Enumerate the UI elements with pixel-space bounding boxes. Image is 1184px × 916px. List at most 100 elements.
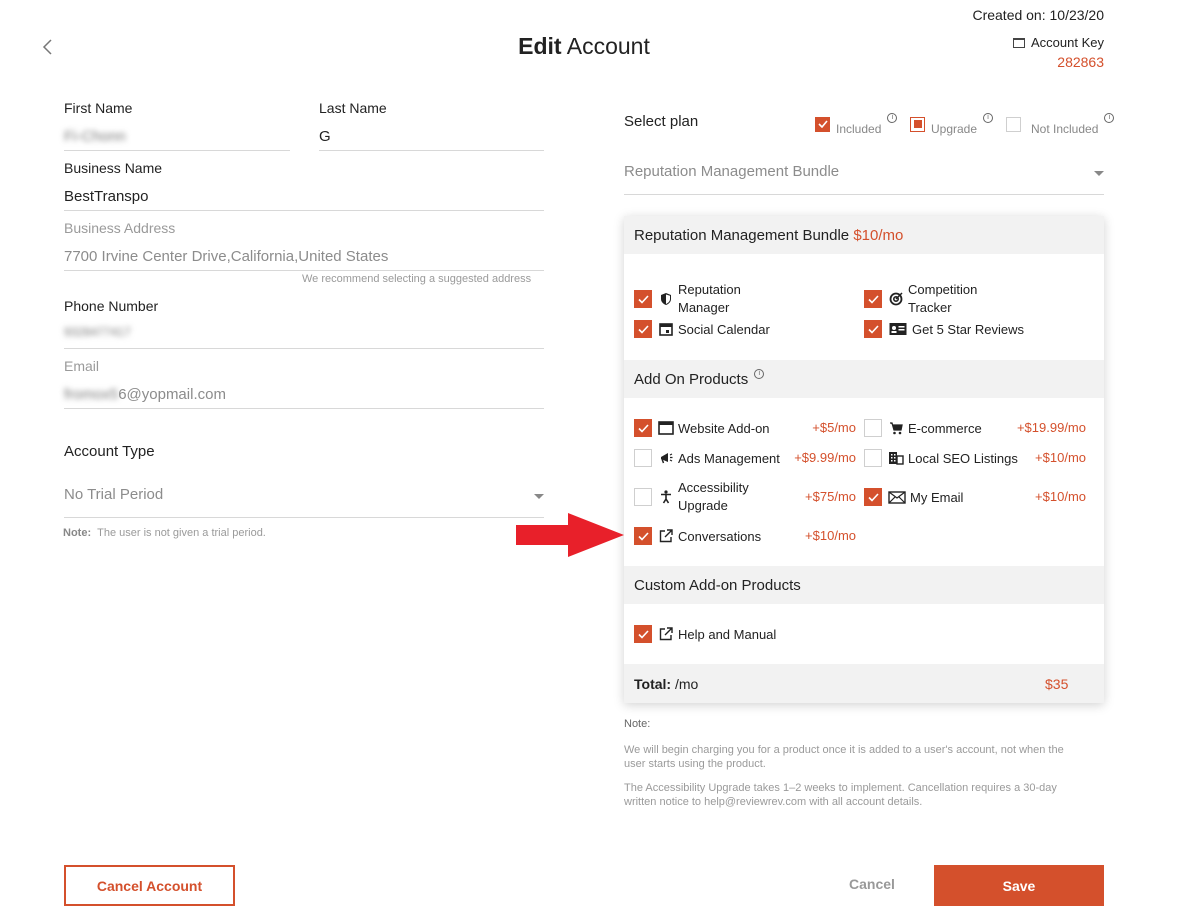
last-name-underline [319,150,544,151]
checkbox[interactable] [864,419,882,437]
note-accessibility-line2: written notice to help@reviewrev.com wit… [624,796,923,808]
checkbox[interactable] [864,290,882,308]
business-address-input[interactable]: 7700 Irvine Center Drive,California,Unit… [64,248,388,265]
total-value: $35 [1045,675,1069,692]
addon-website: Website Add-on [634,419,770,437]
email-input[interactable]: fromox56@yopmail.com [64,386,226,403]
addon-conversations-price: +$10/mo [805,528,856,543]
business-address-label: Business Address [64,220,176,236]
phone-underline [64,348,544,349]
note-accessibility-line1: The Accessibility Upgrade takes 1–2 week… [624,782,1057,794]
save-button[interactable]: Save [934,865,1104,906]
phone-input[interactable]: 9328477417 [64,325,131,339]
info-icon[interactable]: i [1104,113,1115,123]
first-name-underline [64,150,290,151]
bundle-item-reputation-manager: Reputation Manager [634,281,741,317]
note-billing-line1: We will begin charging you for a product… [624,744,1064,756]
trial-note: Note: The user is not given a trial perio… [63,527,266,539]
addon-accessibility: Accessibility Upgrade [634,479,749,515]
checkbox[interactable] [634,527,652,545]
bundle-header: Reputation Management Bundle $10/mo [624,216,1104,254]
addon-local-seo: Local SEO Listings [864,449,1018,467]
address-hint: We recommend selecting a suggested addre… [302,273,532,285]
plan-underline [624,194,1104,195]
first-name-input[interactable]: Fi-Chonn [64,128,126,145]
included-check-icon [815,116,830,132]
account-key-label: Account Key [1013,35,1104,50]
legend-upgrade: Upgrade i [910,112,994,136]
account-type-underline [64,517,544,518]
building-icon [888,450,904,466]
bundle-item-5-star-reviews: Get 5 Star Reviews [864,320,1024,338]
checkbox[interactable] [634,290,652,308]
last-name-input[interactable]: G [319,128,331,145]
external-link-icon [658,626,674,642]
legend-not-included: Not Included i [1006,112,1115,136]
plan-select[interactable]: Reputation Management Bundle [624,163,839,180]
cancel-account-button[interactable]: Cancel Account [64,865,235,906]
addon-my-email-price: +$10/mo [1035,489,1086,504]
red-arrow-icon [516,513,626,562]
chevron-down-icon[interactable] [1094,171,1104,176]
created-date: Created on: 10/23/20 [972,7,1104,23]
last-name-label: Last Name [319,100,387,116]
addon-website-price: +$5/mo [812,420,856,435]
email-underline [64,408,544,409]
window-icon [1013,37,1025,48]
empty-square-icon [1006,116,1021,132]
megaphone-icon [658,450,674,466]
addon-ads-price: +$9.99/mo [794,450,856,465]
custom-addons-header: Custom Add-on Products [624,566,1104,604]
business-address-underline [64,270,544,271]
account-type-label: Account Type [64,443,155,460]
cart-icon [888,420,904,436]
addon-my-email: My Email [864,488,963,506]
business-name-input[interactable]: BestTranspo [64,188,149,205]
target-icon [888,291,904,307]
custom-addon-help-manual: Help and Manual [634,625,776,643]
addon-ads-management: Ads Management [634,449,780,467]
checkbox[interactable] [634,320,652,338]
notes-heading: Note: [624,718,651,730]
external-link-icon [658,528,674,544]
checkbox[interactable] [634,625,652,643]
note-billing-line2: user starts using the product. [624,758,766,770]
select-plan-label: Select plan [624,113,699,130]
envelope-icon [888,489,906,505]
checkbox[interactable] [634,419,652,437]
business-name-underline [64,210,544,211]
bundle-item-social-calendar: Social Calendar [634,320,770,338]
addon-ecommerce: E-commerce [864,419,982,437]
checkbox[interactable] [634,488,652,506]
addon-accessibility-price: +$75/mo [805,489,856,504]
account-key-value: 282863 [1057,54,1104,70]
email-label: Email [64,358,100,374]
checkbox[interactable] [864,320,882,338]
addon-ecommerce-price: +$19.99/mo [1016,420,1086,435]
plan-card: Reputation Management Bundle $10/mo Repu… [624,216,1104,703]
legend-included: Included i [815,112,898,136]
first-name-label: First Name [64,100,133,116]
calendar-icon [658,321,674,337]
info-icon[interactable]: i [983,113,994,123]
review-card-icon [888,321,908,337]
shield-icon [658,291,674,307]
checkbox[interactable] [864,449,882,467]
info-icon[interactable]: i [754,369,765,379]
total-row: Total: /mo $35 [624,664,1104,703]
upgrade-square-icon [910,116,925,132]
checkbox[interactable] [634,449,652,467]
business-name-label: Business Name [64,160,163,176]
addon-conversations: Conversations [634,527,761,545]
addon-local-seo-price: +$10/mo [1035,450,1086,465]
chevron-down-icon[interactable] [534,494,544,499]
checkbox[interactable] [864,488,882,506]
account-type-select[interactable]: No Trial Period [64,486,163,503]
addons-header: Add On Products i [624,360,1104,398]
bundle-item-competition-tracker: Competition Tracker [864,281,977,317]
browser-window-icon [658,420,674,436]
accessibility-icon [658,489,674,505]
info-icon[interactable]: i [887,113,898,123]
cancel-button[interactable]: Cancel [838,876,906,892]
phone-label: Phone Number [64,298,159,314]
